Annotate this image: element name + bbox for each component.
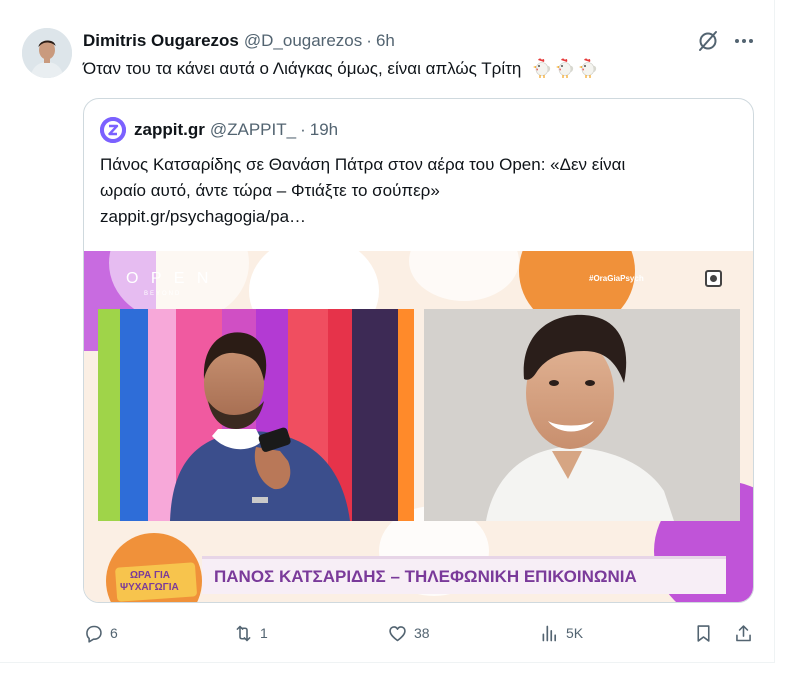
views-button[interactable]: 5K: [539, 620, 583, 646]
tweet-text: Όταν του τα κάνει αυτά ο Λιάγκας όμως, ε…: [83, 57, 598, 81]
left-video-panel: [98, 309, 414, 521]
author-name[interactable]: Dimitris Ougarezos: [83, 31, 239, 51]
quoted-tweet-card[interactable]: zappit.gr @ZAPPIT_ · 19h Πάνος Κατσαρίδη…: [83, 98, 754, 603]
heart-icon: [389, 625, 406, 641]
rooster-emoji-icon: [533, 58, 551, 78]
bookmark-icon: [697, 624, 710, 642]
reply-count: 6: [110, 625, 118, 641]
repost-button[interactable]: 1: [233, 620, 268, 646]
reply-icon: [86, 625, 102, 643]
column-right-border: [774, 0, 775, 662]
right-video-panel: [424, 309, 740, 521]
more-options-icon[interactable]: [731, 28, 757, 54]
show-logo-line1: ΩΡΑ ΓΙΑ: [130, 570, 170, 581]
tweet-action-bar: 6 1 38 5K: [83, 620, 763, 646]
author-handle[interactable]: @D_ougarezos: [244, 31, 362, 51]
bookmark-button[interactable]: [693, 620, 714, 646]
share-icon: [736, 624, 751, 641]
grok-icon[interactable]: [696, 30, 720, 52]
rooster-emoji-icon: [556, 58, 574, 78]
hashtag-text: #OraGiaPsych: [589, 274, 644, 283]
tweet-bottom-divider: [0, 662, 775, 663]
quoted-tweet-header: zappit.gr @ZAPPIT_ · 19h: [100, 117, 338, 143]
quoted-timestamp[interactable]: 19h: [310, 120, 338, 140]
analytics-icon: [542, 625, 557, 641]
channel-sub-text: BEYOND: [144, 291, 181, 297]
rooster-emoji-icon: [579, 58, 597, 78]
show-logo-line2: ΨΥΧΑΓΩΓΙΑ: [120, 582, 179, 593]
tweet-body: Όταν του τα κάνει αυτά ο Λιάγκας όμως, ε…: [83, 59, 522, 78]
quoted-author-name[interactable]: zappit.gr: [134, 120, 205, 140]
tweet-header: Dimitris Ougarezos @D_ougarezos · 6h: [83, 30, 395, 52]
view-count: 5K: [566, 625, 584, 641]
channel-logo-text: O P E N: [126, 270, 212, 287]
zappit-z-glyph: [100, 117, 126, 143]
quoted-tweet-text: Πάνος Κατσαρίδης σε Θανάση Πάτρα στον αέ…: [100, 152, 740, 230]
avatar[interactable]: [22, 28, 72, 78]
separator-dot: ·: [300, 120, 306, 139]
like-button[interactable]: 38: [387, 620, 430, 646]
quoted-link[interactable]: zappit.gr/psychagogia/pa…: [100, 204, 740, 230]
tv-studio-screenshot: O P E N BEYOND #OraGiaPsych ΠΑΝΟΣ ΚΑΤΣΑΡ…: [84, 251, 753, 602]
share-button[interactable]: [733, 620, 754, 646]
repost-icon: [236, 625, 251, 641]
quoted-media-image[interactable]: O P E N BEYOND #OraGiaPsych ΠΑΝΟΣ ΚΑΤΣΑΡ…: [84, 251, 753, 602]
quoted-author-handle[interactable]: @ZAPPIT_: [210, 120, 296, 140]
emoji-group: [532, 57, 598, 79]
like-count: 38: [414, 625, 430, 641]
zappit-logo-icon[interactable]: [100, 117, 126, 143]
tweet-timestamp[interactable]: 6h: [376, 31, 395, 51]
lower-third-title: ΠΑΝΟΣ ΚΑΤΣΑΡΙΔΗΣ – ΤΗΛΕΦΩΝΙΚΗ ΕΠΙΚΟΙΝΩΝΙ…: [214, 567, 637, 586]
user-avatar-icon: [22, 28, 72, 78]
quoted-text-line: ωραίο αυτό, άντε τώρα – Φτιάξτε το σούπε…: [100, 181, 440, 200]
repost-count: 1: [260, 625, 268, 641]
separator-dot: ·: [366, 31, 372, 50]
quoted-text-line: Πάνος Κατσαρίδης σε Θανάση Πάτρα στον αέ…: [100, 155, 626, 174]
reply-button[interactable]: 6: [83, 620, 118, 646]
